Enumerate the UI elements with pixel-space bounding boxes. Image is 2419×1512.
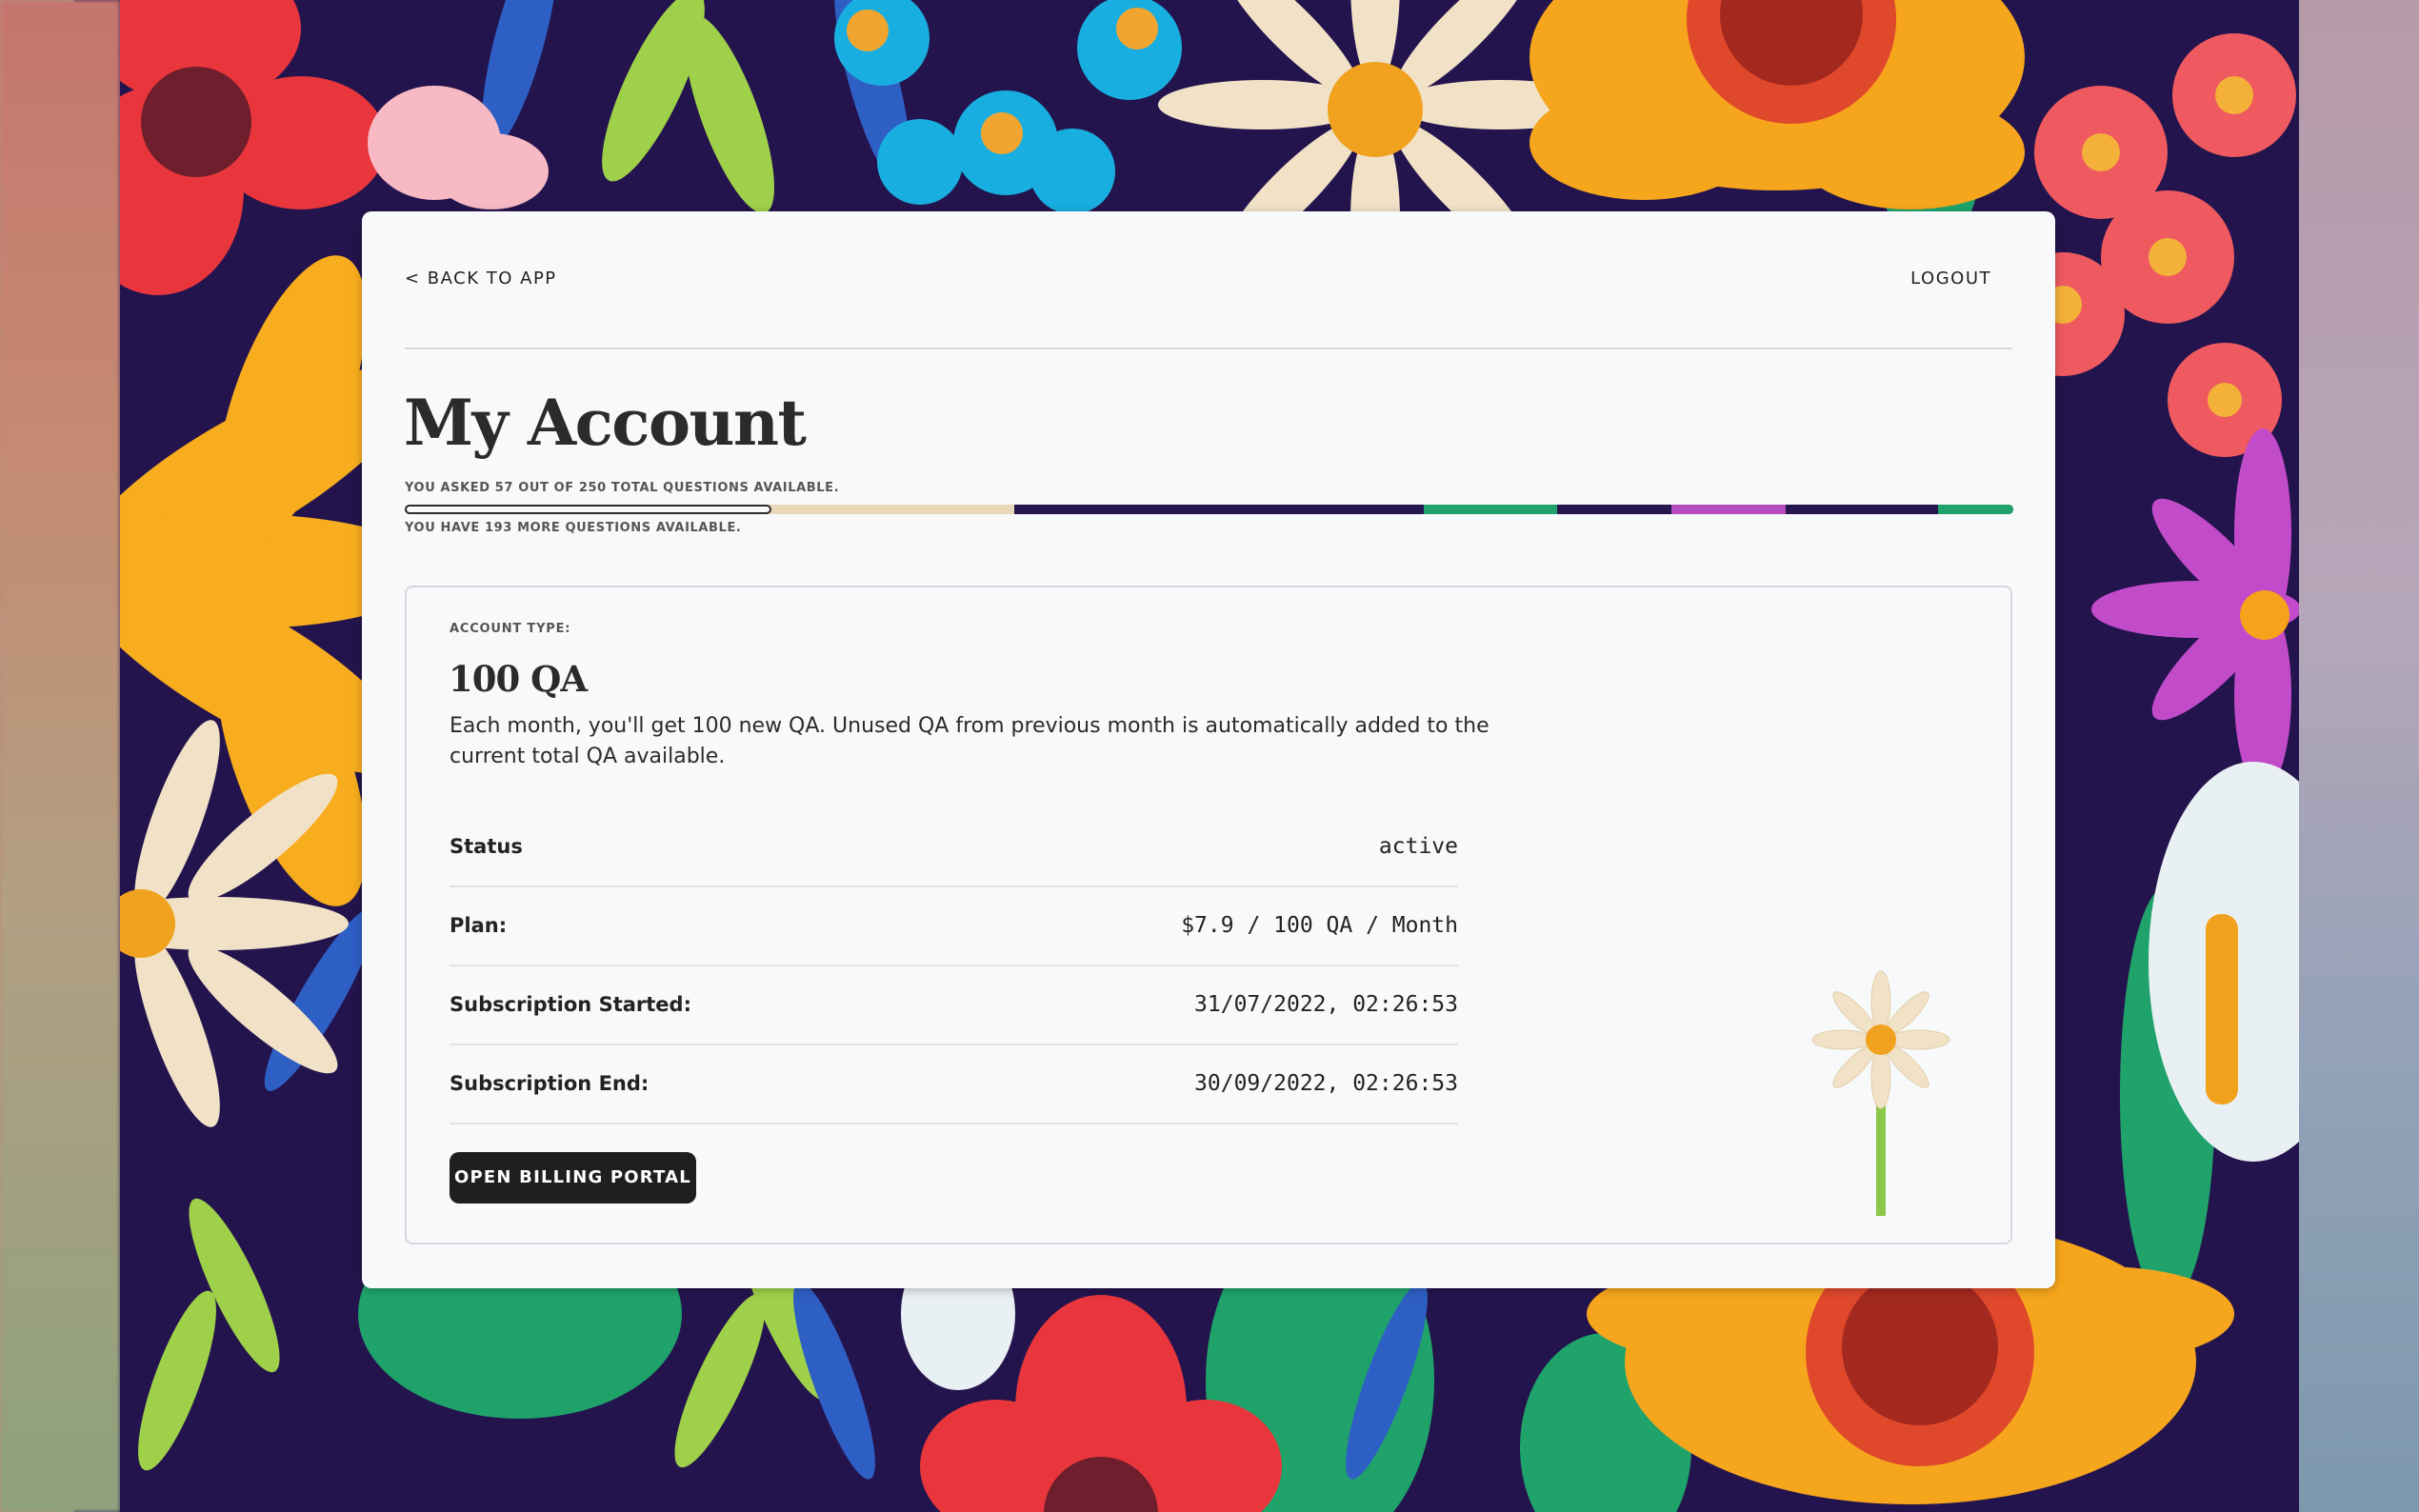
open-billing-portal-button[interactable]: OPEN BILLING PORTAL <box>450 1152 696 1204</box>
header-divider <box>405 348 2012 349</box>
blurred-left-edge <box>0 0 120 1512</box>
usage-remaining-text: YOU HAVE 193 MORE QUESTIONS AVAILABLE. <box>405 521 742 535</box>
progress-track-art <box>1671 505 1786 514</box>
detail-value: 30/09/2022, 02:26:53 <box>1194 1071 1458 1096</box>
progress-track-art <box>767 505 1014 514</box>
page-title: My Account <box>404 386 807 460</box>
detail-row-subscription-started: Subscription Started: 31/07/2022, 02:26:… <box>450 966 1458 1045</box>
detail-value: 31/07/2022, 02:26:53 <box>1194 992 1458 1017</box>
account-card: < BACK TO APP LOGOUT My Account YOU ASKE… <box>362 211 2055 1288</box>
detail-row-subscription-end: Subscription End: 30/09/2022, 02:26:53 <box>450 1045 1458 1124</box>
logout-link[interactable]: LOGOUT <box>1910 269 1991 288</box>
usage-asked-text: YOU ASKED 57 OUT OF 250 TOTAL QUESTIONS … <box>405 481 840 495</box>
back-to-app-link[interactable]: < BACK TO APP <box>405 269 557 288</box>
account-type-description: Each month, you'll get 100 new QA. Unuse… <box>450 714 1489 768</box>
detail-value: active <box>1378 834 1458 859</box>
account-panel: ACCOUNT TYPE: 100 QA Each month, you'll … <box>405 586 2012 1244</box>
detail-key: Subscription Started: <box>450 993 691 1016</box>
account-type-name: 100 QA <box>449 658 588 700</box>
progress-track-art <box>1938 505 2013 514</box>
daisy-flower-icon <box>1811 970 1950 1216</box>
detail-row-plan: Plan: $7.9 / 100 QA / Month <box>450 887 1458 966</box>
detail-key: Plan: <box>450 914 508 937</box>
account-type-label: ACCOUNT TYPE: <box>450 622 571 636</box>
account-details: Status active Plan: $7.9 / 100 QA / Mont… <box>450 808 1458 1124</box>
detail-value: $7.9 / 100 QA / Month <box>1181 913 1458 938</box>
blurred-right-edge <box>2299 0 2419 1512</box>
usage-progress-fill <box>405 505 772 514</box>
detail-key: Status <box>450 835 523 858</box>
progress-track-art <box>1424 505 1557 514</box>
usage-progress-bar <box>405 505 2013 514</box>
detail-key: Subscription End: <box>450 1072 650 1095</box>
detail-row-status: Status active <box>450 808 1458 887</box>
top-nav: < BACK TO APP LOGOUT <box>405 269 2012 293</box>
